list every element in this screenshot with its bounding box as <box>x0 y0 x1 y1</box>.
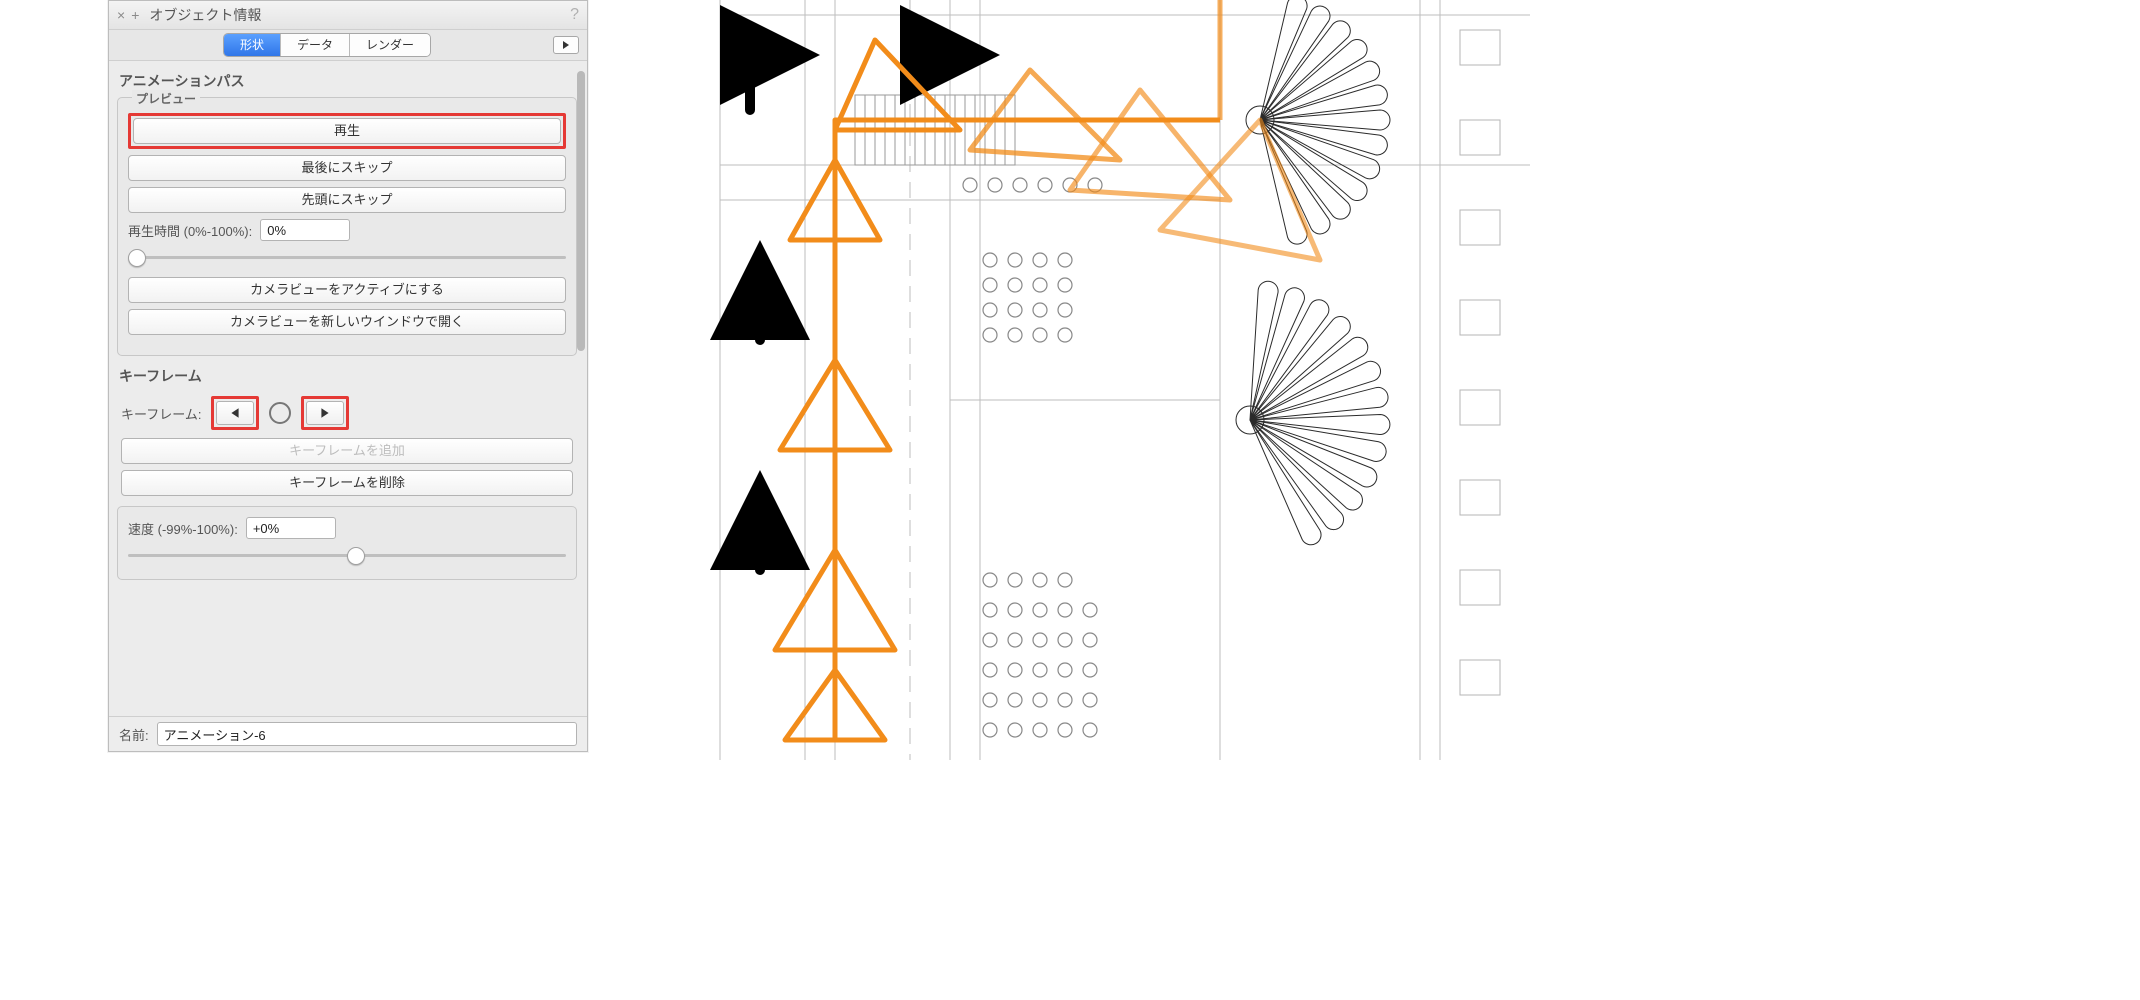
tab-group: 形状 データ レンダー <box>223 33 431 57</box>
scrollbar[interactable] <box>577 67 585 711</box>
section-keyframes: キーフレーム <box>113 366 581 392</box>
open-camera-window-button[interactable]: カメラビューを新しいウインドウで開く <box>128 309 566 335</box>
name-label: 名前: <box>119 725 149 744</box>
highlight-play: 再生 <box>128 113 566 149</box>
next-keyframe-button[interactable] <box>306 401 344 425</box>
triangle-right-icon <box>319 407 331 419</box>
prev-keyframe-button[interactable] <box>216 401 254 425</box>
tabs-row: 形状 データ レンダー <box>109 30 587 61</box>
panel-title: オブジェクト情報 <box>147 5 562 25</box>
activate-camera-button[interactable]: カメラビューをアクティブにする <box>128 277 566 303</box>
title-bar: × + オブジェクト情報 ? <box>109 1 587 30</box>
add-icon[interactable]: + <box>131 7 139 23</box>
playback-time-label: 再生時間 (0%-100%): <box>128 221 252 240</box>
highlight-next-keyframe <box>301 396 349 430</box>
spiral-stair-1 <box>1246 0 1390 247</box>
slider-knob[interactable] <box>128 249 146 267</box>
play-icon <box>561 40 571 50</box>
triangle-left-icon <box>229 407 241 419</box>
camera-path <box>775 0 1320 740</box>
speed-slider[interactable] <box>128 545 566 565</box>
drawing-canvas[interactable] <box>660 0 1560 760</box>
tab-data[interactable]: データ <box>281 34 350 56</box>
speed-box: 速度 (-99%-100%): +0% <box>117 506 577 580</box>
add-keyframe-button[interactable]: キーフレームを追加 <box>121 438 573 464</box>
slider-knob[interactable] <box>347 547 365 565</box>
skip-last-button[interactable]: 最後にスキップ <box>128 155 566 181</box>
plan-columns <box>963 178 1102 737</box>
tab-render[interactable]: レンダー <box>350 34 430 56</box>
speed-input[interactable]: +0% <box>246 517 336 539</box>
keyframe-label: キーフレーム: <box>121 404 201 423</box>
plan-blocks <box>1460 30 1500 695</box>
object-info-panel: × + オブジェクト情報 ? 形状 データ レンダー アニメーションパス <box>108 0 588 752</box>
highlight-prev-keyframe <box>211 396 259 430</box>
help-icon[interactable]: ? <box>562 6 587 24</box>
close-icon[interactable]: × <box>117 7 125 23</box>
preview-box: プレビュー 再生 最後にスキップ 先頭にスキップ 再生時間 (0%-100%):… <box>117 97 577 356</box>
skip-first-button[interactable]: 先頭にスキップ <box>128 187 566 213</box>
delete-keyframe-button[interactable]: キーフレームを削除 <box>121 470 573 496</box>
play-button[interactable]: 再生 <box>133 118 561 144</box>
preview-label: プレビュー <box>132 90 200 107</box>
scroll-area: アニメーションパス プレビュー 再生 最後にスキップ 先頭にスキップ 再生時間 … <box>109 61 587 717</box>
tab-shape[interactable]: 形状 <box>224 34 281 56</box>
speed-label: 速度 (-99%-100%): <box>128 519 238 538</box>
name-input[interactable]: アニメーション-6 <box>157 722 577 746</box>
drawing-svg <box>660 0 1560 760</box>
name-bar: 名前: アニメーション-6 <box>109 716 587 751</box>
playback-time-slider[interactable] <box>128 247 566 267</box>
keyframe-marker-icon[interactable] <box>269 402 291 424</box>
spiral-stair-2 <box>1236 280 1390 548</box>
scrollbar-thumb[interactable] <box>577 71 585 351</box>
playback-time-input[interactable]: 0% <box>260 219 350 241</box>
disclosure-button[interactable] <box>553 36 579 54</box>
